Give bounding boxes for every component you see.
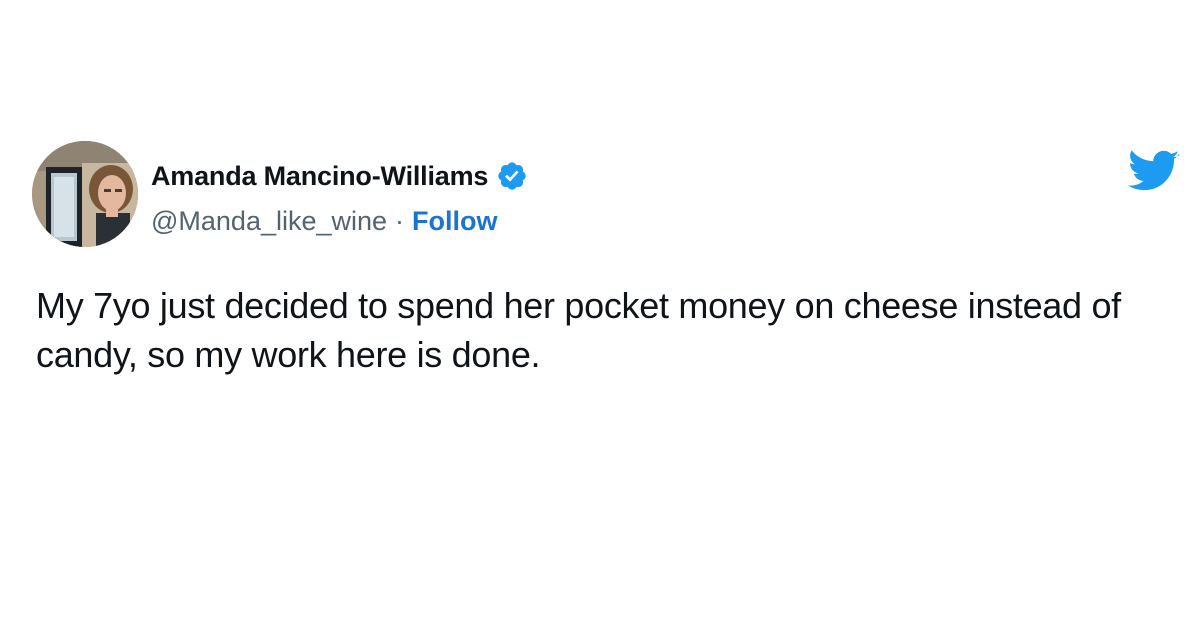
follow-button[interactable]: Follow — [412, 206, 497, 237]
handle-separator: · — [395, 205, 405, 236]
verified-badge-icon — [496, 160, 528, 192]
twitter-bird-icon[interactable] — [1128, 150, 1180, 194]
author-name[interactable]: Amanda Mancino-Williams — [151, 161, 488, 192]
tweet-card: Amanda Mancino-Williams @Manda_like_wine… — [0, 0, 1200, 630]
avatar[interactable] — [32, 141, 138, 247]
author-name-row: Amanda Mancino-Williams — [151, 156, 528, 196]
handle-row: @Manda_like_wine · Follow — [151, 201, 498, 241]
author-handle[interactable]: @Manda_like_wine — [151, 206, 387, 237]
tweet-text: My 7yo just decided to spend her pocket … — [36, 285, 1121, 375]
